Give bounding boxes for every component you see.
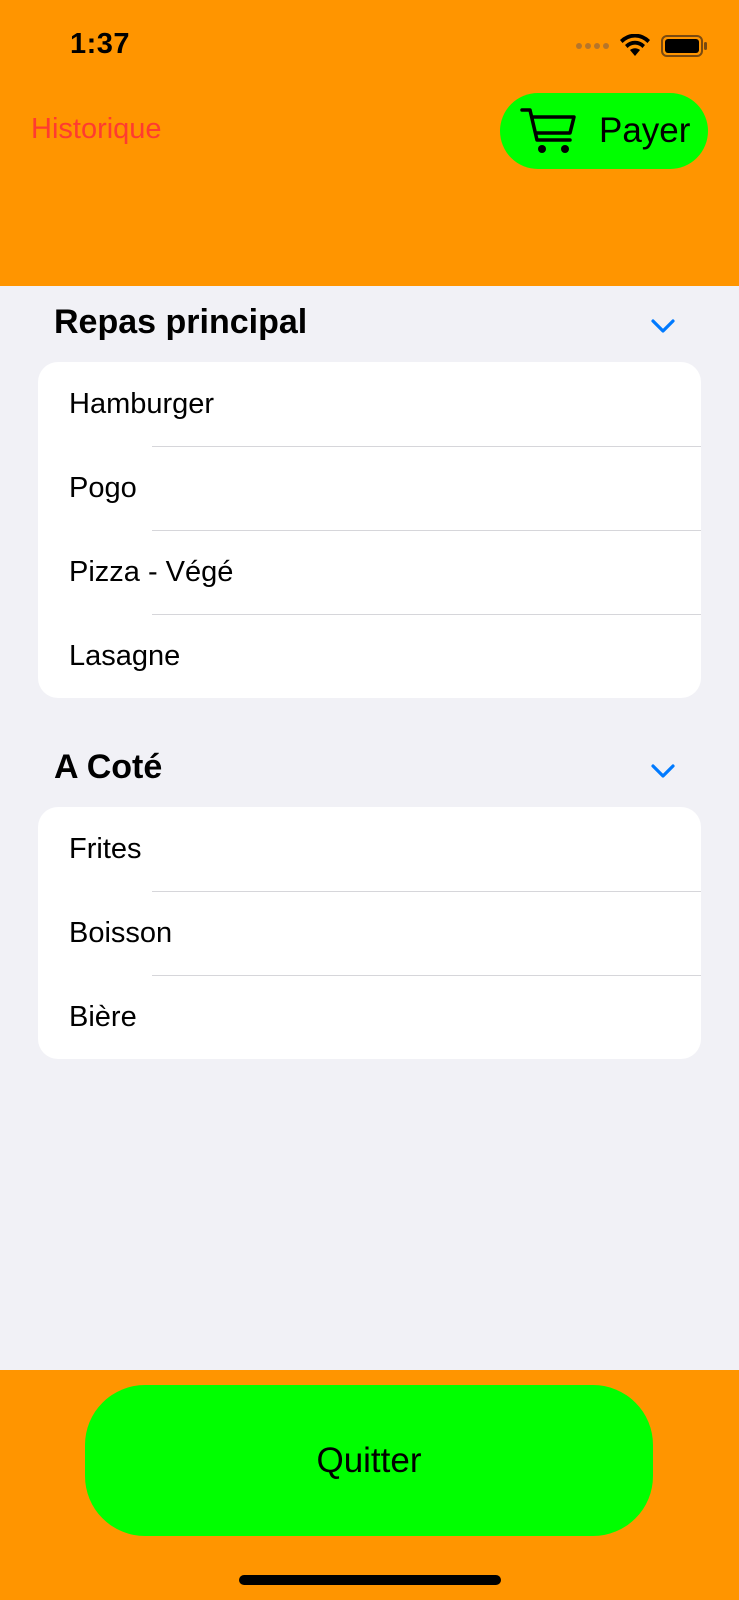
- section-header-a-cote: A Coté: [54, 748, 163, 786]
- list-item[interactable]: Pizza - Végé: [38, 530, 701, 614]
- list-item-label: Boisson: [69, 916, 173, 949]
- cellular-signal-icon: [576, 43, 609, 49]
- cart-icon: [520, 108, 576, 153]
- list-item[interactable]: Boisson: [38, 891, 701, 975]
- wifi-icon: [620, 34, 650, 56]
- list-item[interactable]: Bière: [38, 975, 701, 1059]
- status-icons: [576, 33, 709, 59]
- status-time: 1:37: [70, 28, 131, 60]
- list-item-label: Hamburger: [69, 387, 215, 420]
- list-card-a-cote: Frites Boisson Bière: [38, 807, 701, 1059]
- list-item-label: Pizza - Végé: [69, 555, 234, 588]
- quit-button-label: Quitter: [316, 1440, 422, 1480]
- chevron-down-icon[interactable]: [650, 762, 676, 780]
- section-header-repas-principal: Repas principal: [54, 303, 308, 341]
- quit-button[interactable]: Quitter: [85, 1385, 653, 1536]
- list-item-label: Pogo: [69, 471, 137, 504]
- list-item[interactable]: Hamburger: [38, 362, 701, 446]
- list-card-repas-principal: Hamburger Pogo Pizza - Végé Lasagne: [38, 362, 701, 698]
- home-indicator[interactable]: [239, 1575, 501, 1585]
- bottom-bar: Quitter: [0, 1370, 739, 1600]
- list-item[interactable]: Lasagne: [38, 614, 701, 698]
- list-item[interactable]: Frites: [38, 807, 701, 891]
- list-item-label: Lasagne: [69, 639, 181, 672]
- history-link[interactable]: Historique: [31, 113, 162, 146]
- chevron-down-icon[interactable]: [650, 317, 676, 335]
- pay-button-label: Payer: [599, 111, 691, 150]
- battery-icon: [661, 35, 707, 57]
- pay-button[interactable]: Payer: [500, 93, 708, 169]
- list-item-label: Frites: [69, 832, 142, 865]
- list-item-label: Bière: [69, 1000, 137, 1033]
- top-bar: 1:37 Historique Payer: [0, 0, 739, 286]
- list-item[interactable]: Pogo: [38, 446, 701, 530]
